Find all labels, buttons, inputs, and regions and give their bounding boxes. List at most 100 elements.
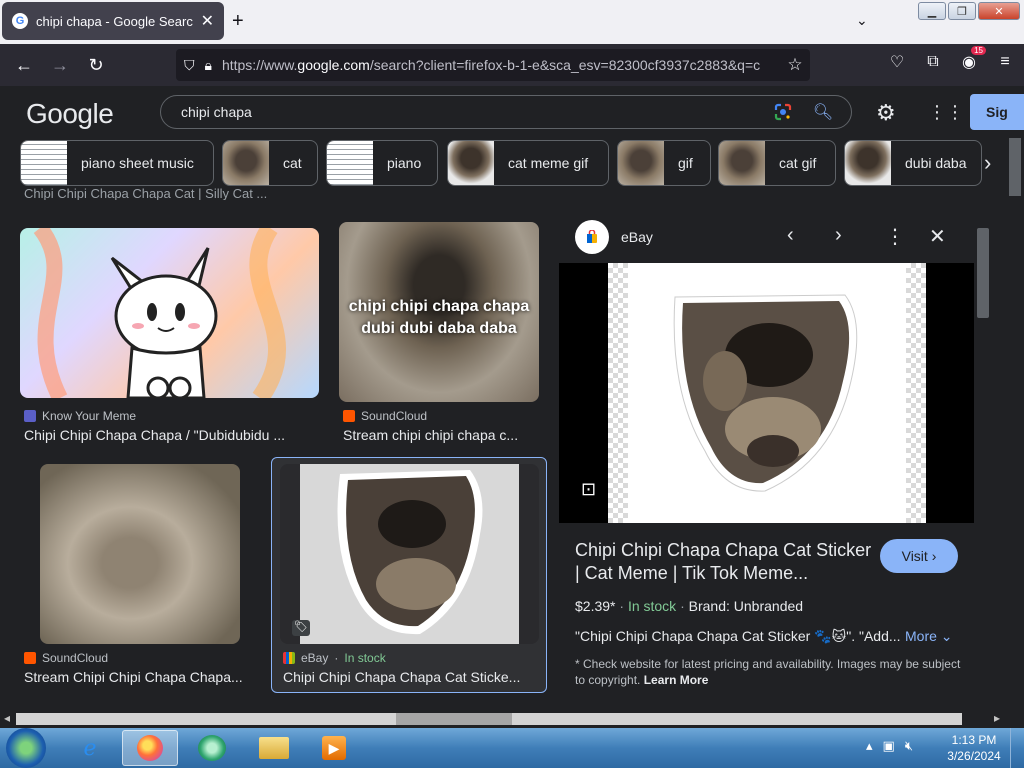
know-your-meme-icon	[24, 410, 36, 422]
chip-thumbnail	[845, 141, 891, 185]
chip-label: piano	[387, 155, 422, 171]
chip-gif[interactable]: gif	[617, 140, 711, 186]
forward-icon[interactable]: →	[42, 55, 78, 76]
close-tab-icon[interactable]: ✕	[201, 11, 214, 31]
tab-title: chipi chapa - Google Search	[36, 13, 193, 29]
chevron-left-icon[interactable]: ‹	[787, 224, 794, 247]
disclaimer-text: * Check website for latest pricing and a…	[575, 657, 961, 687]
network-icon[interactable]: ▣	[883, 738, 895, 754]
page-scrollbar[interactable]	[1006, 138, 1024, 710]
chevron-right-icon: ›	[927, 548, 937, 564]
start-button-icon[interactable]	[6, 728, 46, 768]
minimize-icon[interactable]: ▁	[918, 2, 946, 20]
search-box[interactable]: 🔍︎	[160, 95, 852, 129]
internet-explorer-icon[interactable]: ℯ	[62, 730, 118, 766]
page-scrollbar-thumb[interactable]	[1009, 138, 1021, 196]
soundcloud-icon	[343, 410, 355, 422]
result-source[interactable]: SoundCloud	[343, 409, 427, 423]
chip-label: gif	[678, 155, 693, 171]
panel-scrollbar[interactable]	[974, 212, 992, 710]
chip-label: cat	[283, 155, 302, 171]
chip-piano[interactable]: piano	[326, 140, 438, 186]
google-lens-search-icon[interactable]: ⊡	[581, 479, 596, 500]
result-title[interactable]: Stream chipi chipi chapa c...	[343, 427, 539, 443]
panel-image[interactable]: ⊡	[559, 263, 974, 523]
browser-tab-strip: G chipi chapa - Google Search ✕ + ⌄ ▁ ❐ …	[0, 0, 1024, 44]
visit-label: Visit	[901, 548, 928, 564]
url-text[interactable]: https://www.google.com/search?client=fir…	[222, 57, 780, 73]
horizontal-scrollbar[interactable]: ◂ ▸	[0, 710, 1024, 728]
related-search-chips: piano sheet music cat piano cat meme gif…	[0, 138, 1024, 190]
browser-tab[interactable]: G chipi chapa - Google Search ✕	[2, 2, 224, 40]
shield-icon[interactable]: ⛉	[184, 57, 195, 74]
transparency-pattern	[608, 263, 628, 523]
volume-muted-icon[interactable]: 🔇︎	[905, 738, 913, 754]
chip-piano-sheet-music[interactable]: piano sheet music	[20, 140, 214, 186]
cutoff-result-title[interactable]: Chipi Chipi Chapa Chapa Cat | Silly Cat …	[24, 186, 267, 200]
chip-thumbnail	[327, 141, 373, 185]
more-vert-icon[interactable]: ⋮	[885, 224, 905, 249]
firefox-icon[interactable]	[122, 730, 178, 766]
bookmark-star-icon[interactable]: ☆	[780, 55, 810, 75]
google-logo[interactable]: Google	[26, 98, 114, 130]
sign-in-button[interactable]: Sig	[970, 94, 1024, 130]
panel-scrollbar-thumb[interactable]	[977, 228, 989, 318]
stock-status: In stock	[627, 598, 677, 614]
back-icon[interactable]: ←	[6, 55, 42, 76]
chip-thumbnail	[618, 141, 664, 185]
reload-icon[interactable]: ↻	[78, 55, 114, 76]
scroll-right-icon[interactable]: ▸	[994, 711, 1000, 725]
show-desktop-button[interactable]	[1010, 728, 1024, 768]
result-source[interactable]: SoundCloud	[24, 651, 108, 665]
search-icon[interactable]: 🔍︎	[809, 102, 837, 122]
learn-more-link[interactable]: Learn More	[644, 673, 709, 687]
chevron-right-icon[interactable]: ›	[984, 150, 991, 176]
result-title[interactable]: Chipi Chipi Chapa Chapa Cat Sticke...	[283, 669, 535, 685]
visit-button[interactable]: Visit ›	[880, 539, 958, 573]
extensions-icon[interactable]: ⧉	[922, 53, 944, 71]
file-explorer-icon[interactable]	[246, 730, 302, 766]
panel-source[interactable]: eBay	[621, 229, 653, 245]
tray-expand-icon[interactable]: ▴	[866, 738, 873, 754]
chevron-down-icon[interactable]: ⌄	[856, 12, 868, 29]
ublock-icon[interactable]: ◉ 15	[958, 46, 986, 72]
panel-title[interactable]: Chipi Chipi Chapa Chapa Cat Sticker | Ca…	[575, 539, 875, 585]
taskbar-clock[interactable]: 1:13 PM 3/26/2024	[944, 732, 1004, 764]
result-source[interactable]: Know Your Meme	[24, 409, 136, 423]
new-tab-icon[interactable]: +	[232, 10, 244, 33]
pocket-icon[interactable]: ♡	[886, 52, 908, 72]
windows-taskbar: ℯ ▶ ▴ ▣ 🔇︎ 1:13 PM 3/26/2024	[0, 728, 1024, 768]
google-lens-icon[interactable]	[769, 102, 797, 122]
search-input[interactable]	[181, 104, 769, 120]
restore-icon[interactable]: ❐	[948, 2, 976, 20]
chip-cat-gif[interactable]: cat gif	[718, 140, 836, 186]
chip-cat[interactable]: cat	[222, 140, 318, 186]
clock-date: 3/26/2024	[947, 749, 1001, 763]
chip-thumbnail	[21, 141, 67, 185]
more-button[interactable]: More ⌄	[905, 628, 953, 645]
ebay-logo-icon[interactable]	[575, 220, 609, 254]
window-close-icon[interactable]: ✕	[978, 2, 1020, 20]
scroll-thumb[interactable]	[396, 713, 512, 725]
hamburger-menu-icon[interactable]: ≡	[994, 53, 1016, 71]
result-title[interactable]: Chipi Chipi Chapa Chapa / "Dubidubidu ..…	[24, 427, 304, 443]
result-image[interactable]: 🏷︎	[280, 464, 539, 644]
chip-cat-meme-gif[interactable]: cat meme gif	[447, 140, 609, 186]
close-icon[interactable]: ✕	[929, 224, 946, 249]
url-bar[interactable]: ⛉ 🔒︎ https://www.google.com/search?clien…	[176, 49, 810, 81]
media-player-icon[interactable]: ▶	[306, 730, 362, 766]
chip-dubi-daba[interactable]: dubi daba	[844, 140, 982, 186]
result-image[interactable]	[20, 228, 319, 398]
scroll-left-icon[interactable]: ◂	[4, 711, 10, 725]
panel-description: "Chipi Chipi Chapa Chapa Cat Sticker 🐾🐱"…	[575, 628, 901, 644]
result-image[interactable]: chipi chipi chapa chapa dubi dubi daba d…	[339, 222, 539, 402]
result-title[interactable]: Stream Chipi Chipi Chapa Chapa...	[24, 669, 256, 685]
chevron-right-icon[interactable]: ›	[835, 224, 842, 247]
result-image[interactable]	[40, 464, 240, 644]
brand: Brand: Unbranded	[688, 598, 804, 614]
messenger-icon[interactable]	[184, 730, 240, 766]
gear-icon[interactable]: ⚙	[876, 100, 896, 126]
image-overlay-text: chipi chipi chapa chapa dubi dubi daba d…	[348, 298, 530, 337]
result-source[interactable]: eBay · In stock	[283, 651, 386, 665]
lock-icon[interactable]: 🔒︎	[205, 57, 212, 74]
